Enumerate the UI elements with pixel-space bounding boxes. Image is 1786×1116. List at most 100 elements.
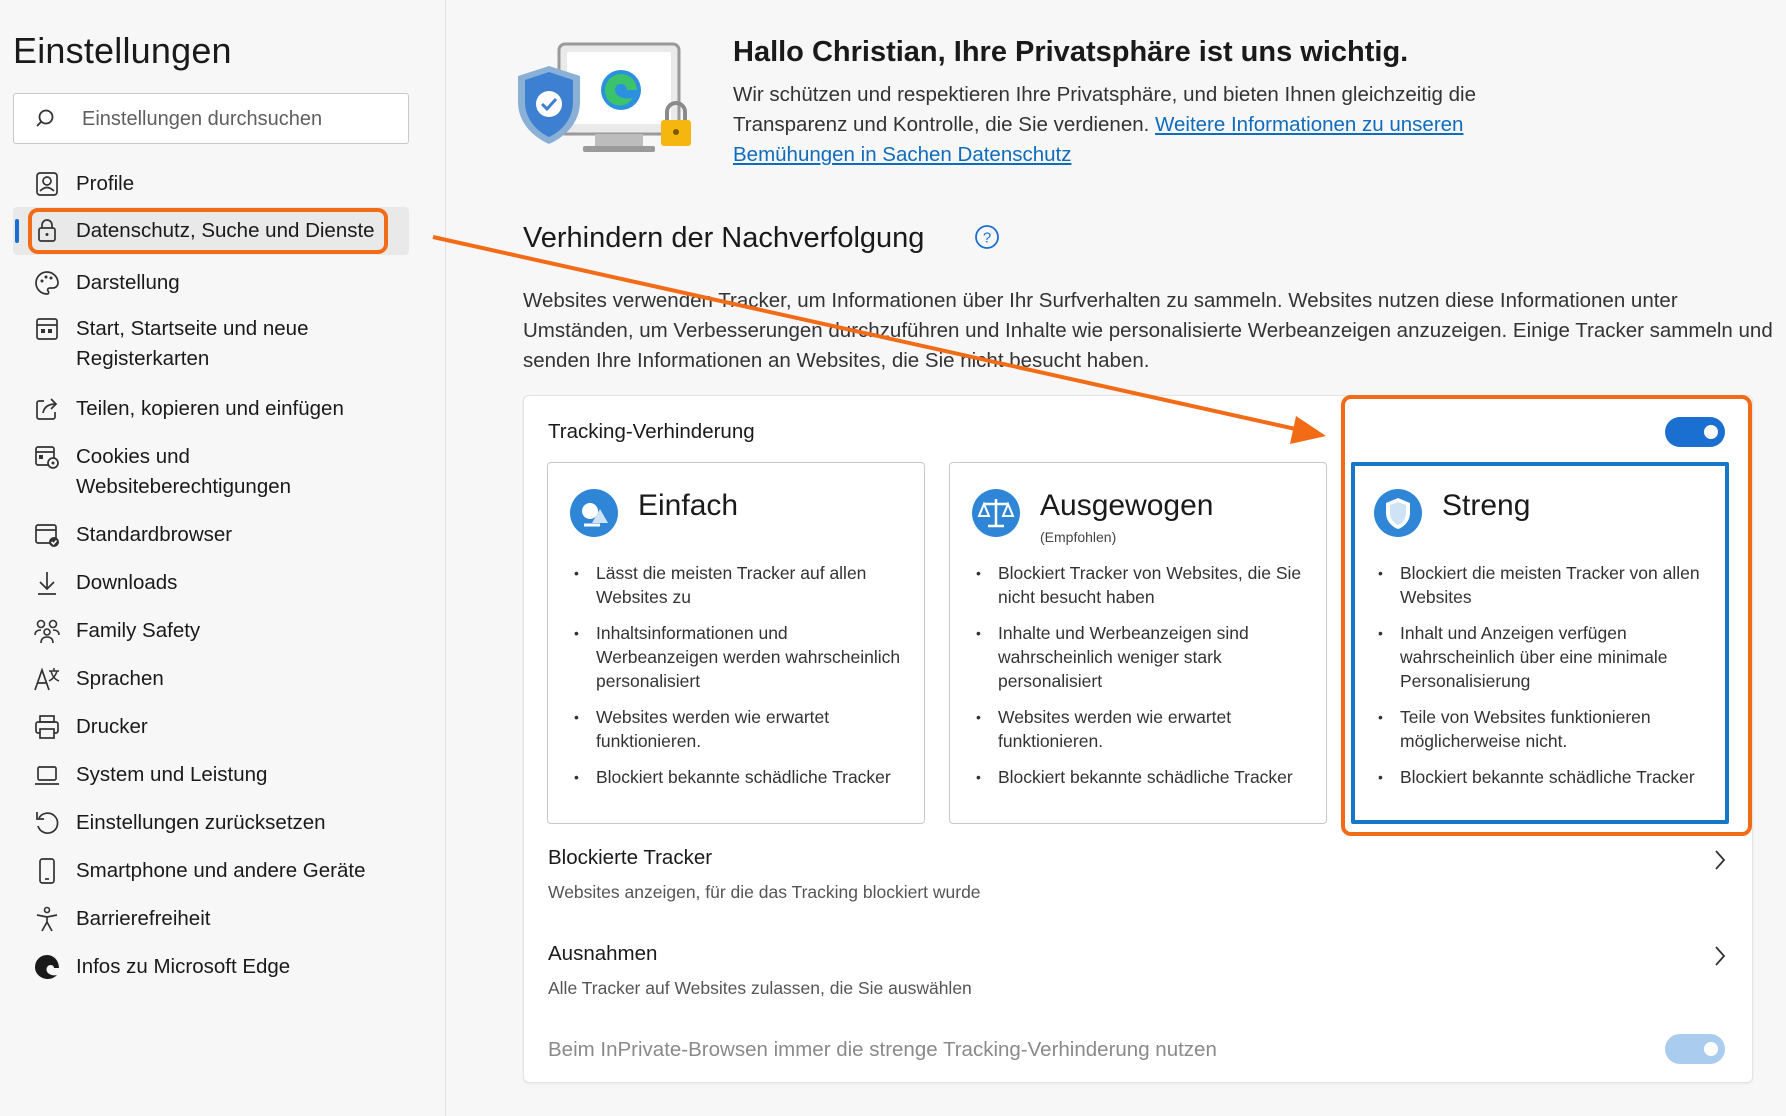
sidebar-item-downloads[interactable]: Downloads bbox=[13, 565, 409, 605]
settings-main: Hallo Christian, Ihre Privatsphäre ist u… bbox=[447, 0, 1786, 1116]
option-bullet: Lässt die meisten Tracker auf allen Webs… bbox=[572, 561, 907, 609]
sidebar-title: Einstellungen bbox=[13, 30, 232, 71]
hero-text: Wir schützen und respektieren Ihre Priva… bbox=[733, 80, 1533, 170]
phone-icon bbox=[39, 858, 55, 884]
blocked-trackers-row[interactable]: Blockierte Tracker Websites anzeigen, fü… bbox=[548, 846, 1728, 903]
option-name: Streng bbox=[1442, 489, 1531, 522]
blocked-trackers-title: Blockierte Tracker bbox=[548, 846, 713, 869]
option-name: Ausgewogen bbox=[1040, 489, 1214, 522]
sidebar-item-share[interactable]: Teilen, kopieren und einfügen bbox=[13, 391, 409, 431]
reset-icon bbox=[36, 812, 59, 834]
family-icon bbox=[34, 619, 60, 644]
chevron-right-icon bbox=[1715, 850, 1726, 870]
search-icon bbox=[36, 109, 54, 127]
tracking-prevention-label: Tracking-Verhinderung bbox=[548, 420, 755, 443]
edge-logo-icon bbox=[35, 955, 59, 979]
sidebar-item-cookies[interactable]: Cookies und Websiteberechtigungen bbox=[13, 439, 409, 503]
sidebar-item-family-safety[interactable]: Family Safety bbox=[13, 613, 409, 653]
toggle-knob bbox=[1704, 425, 1718, 439]
option-bullet: Inhalte und Werbeanzeigen sind wahrschei… bbox=[974, 621, 1309, 693]
sidebar-item-profile[interactable]: Profile bbox=[13, 164, 409, 204]
strict-shield-icon bbox=[1374, 489, 1422, 537]
sidebar-item-label: Smartphone und andere Geräte bbox=[76, 859, 366, 882]
option-bullets: Blockiert Tracker von Websites, die Sie … bbox=[974, 561, 1309, 801]
sidebar-item-label: Infos zu Microsoft Edge bbox=[76, 955, 291, 978]
option-bullets: Lässt die meisten Tracker auf allen Webs… bbox=[572, 561, 907, 801]
hero-title: Hallo Christian, Ihre Privatsphäre ist u… bbox=[733, 36, 1409, 68]
sidebar-item-languages[interactable]: Sprachen bbox=[13, 661, 409, 701]
inprivate-strict-label: Beim InPrivate-Browsen immer die strenge… bbox=[548, 1038, 1217, 1061]
sidebar-item-system[interactable]: System und Leistung bbox=[13, 757, 409, 797]
sidebar-item-label: Barrierefreiheit bbox=[76, 907, 211, 930]
sidebar-item-accessibility[interactable]: Barrierefreiheit bbox=[13, 901, 409, 941]
cookie-permissions-icon bbox=[35, 446, 59, 469]
basic-shield-icon bbox=[570, 489, 618, 537]
option-bullet: Blockiert bekannte schädliche Tracker bbox=[974, 765, 1309, 789]
laptop-icon bbox=[35, 766, 59, 785]
help-icon[interactable]: ? bbox=[974, 224, 1000, 250]
sidebar-item-about-edge[interactable]: Infos zu Microsoft Edge bbox=[13, 949, 409, 989]
sidebar-item-printer[interactable]: Drucker bbox=[13, 709, 409, 749]
settings-search-box[interactable] bbox=[13, 93, 409, 144]
exceptions-subtitle: Alle Tracker auf Websites zulassen, die … bbox=[548, 978, 972, 998]
chevron-right-icon bbox=[1715, 946, 1726, 966]
sidebar-item-label: Start, Startseite und neue Registerkarte… bbox=[76, 317, 309, 370]
printer-icon bbox=[35, 715, 59, 739]
language-icon bbox=[34, 667, 60, 691]
sidebar-item-start[interactable]: Start, Startseite und neue Registerkarte… bbox=[13, 313, 409, 377]
option-bullet: Websites werden wie erwartet funktionier… bbox=[572, 705, 907, 753]
sidebar-item-label: Downloads bbox=[76, 571, 178, 594]
sidebar-item-label: Drucker bbox=[76, 715, 148, 738]
sidebar-item-reset[interactable]: Einstellungen zurücksetzen bbox=[13, 805, 409, 845]
sidebar-item-label: Family Safety bbox=[76, 619, 201, 642]
sidebar-item-label: Teilen, kopieren und einfügen bbox=[76, 397, 344, 420]
sidebar-item-label: System und Leistung bbox=[76, 763, 268, 786]
exceptions-title: Ausnahmen bbox=[548, 942, 658, 965]
option-strict[interactable]: Streng Blockiert die meisten Tracker von… bbox=[1351, 462, 1729, 824]
exceptions-row[interactable]: Ausnahmen Alle Tracker auf Websites zula… bbox=[548, 942, 1728, 999]
active-indicator bbox=[15, 219, 19, 243]
option-bullets: Blockiert die meisten Tracker von allen … bbox=[1376, 561, 1711, 801]
sidebar-item-label: Standardbrowser bbox=[76, 523, 233, 546]
sidebar-item-label: Einstellungen zurücksetzen bbox=[76, 811, 326, 834]
sidebar-item-label: Sprachen bbox=[76, 667, 164, 690]
inprivate-strict-toggle[interactable] bbox=[1665, 1034, 1725, 1064]
settings-search-input[interactable] bbox=[82, 102, 392, 136]
default-browser-icon bbox=[35, 524, 59, 547]
home-tabs-icon bbox=[36, 318, 58, 340]
sidebar-item-label: Profile bbox=[76, 172, 135, 195]
profile-icon bbox=[36, 172, 58, 196]
option-bullet: Inhalt und Anzeigen verfügen wahrscheinl… bbox=[1376, 621, 1711, 693]
sidebar-item-privacy[interactable]: Datenschutz, Suche und Dienste bbox=[13, 207, 409, 255]
settings-sidebar: Einstellungen Profile Datenschutz, bbox=[0, 0, 446, 1116]
option-bullet: Blockiert bekannte schädliche Tracker bbox=[1376, 765, 1711, 789]
balance-scale-icon bbox=[972, 489, 1020, 537]
svg-text:?: ? bbox=[983, 230, 991, 247]
sidebar-item-label: Darstellung bbox=[76, 271, 180, 294]
share-icon bbox=[36, 398, 58, 420]
option-bullet: Blockiert die meisten Tracker von allen … bbox=[1376, 561, 1711, 609]
download-icon bbox=[38, 572, 56, 595]
sidebar-item-phone[interactable]: Smartphone und andere Geräte bbox=[13, 853, 409, 893]
palette-icon bbox=[35, 271, 59, 295]
sidebar-item-label: Datenschutz, Suche und Dienste bbox=[76, 219, 375, 242]
accessibility-icon bbox=[36, 906, 58, 932]
option-bullet: Blockiert bekannte schädliche Tracker bbox=[572, 765, 907, 789]
tracking-card: Tracking-Verhinderung Einfach Lässt die … bbox=[523, 395, 1753, 1083]
privacy-illustration bbox=[518, 42, 691, 152]
toggle-knob bbox=[1704, 1042, 1718, 1056]
option-basic[interactable]: Einfach Lässt die meisten Tracker auf al… bbox=[547, 462, 925, 824]
tracking-prevention-toggle[interactable] bbox=[1665, 417, 1725, 447]
option-bullet: Inhaltsinformationen und Werbeanzeigen w… bbox=[572, 621, 907, 693]
option-bullet: Teile von Websites funktionieren möglich… bbox=[1376, 705, 1711, 753]
section-title: Verhindern der Nachverfolgung bbox=[523, 222, 925, 254]
sidebar-item-label: Cookies und Websiteberechtigungen bbox=[76, 445, 292, 498]
option-balanced[interactable]: Ausgewogen (Empfohlen) Blockiert Tracker… bbox=[949, 462, 1327, 824]
sidebar-item-default-browser[interactable]: Standardbrowser bbox=[13, 517, 409, 557]
option-bullet: Websites werden wie erwartet funktionier… bbox=[974, 705, 1309, 753]
option-recommended: (Empfohlen) bbox=[1040, 529, 1117, 545]
option-name: Einfach bbox=[638, 489, 739, 522]
sidebar-item-appearance[interactable]: Darstellung bbox=[13, 265, 409, 305]
option-bullet: Blockiert Tracker von Websites, die Sie … bbox=[974, 561, 1309, 609]
section-description: Websites verwenden Tracker, um Informati… bbox=[523, 289, 1773, 372]
